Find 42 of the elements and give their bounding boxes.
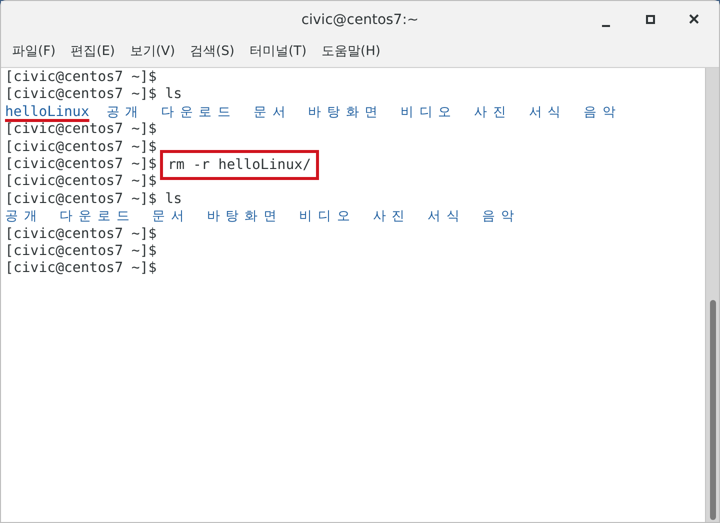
directory-name: 비디오 [400,104,458,122]
directory-name: 서식 [427,208,466,226]
prompt-text: [civic@centos7 ~]$ [5,260,157,278]
menu-item[interactable]: 편집(E) [68,42,117,62]
menu-item[interactable]: 터미널(T) [247,42,309,62]
directory-name: 다운로드 [161,104,236,122]
directory-name: 문서 [253,104,292,122]
maximize-icon [646,14,654,24]
prompt-text: [civic@centos7 ~]$ [5,138,157,156]
command-text: ls [165,190,182,208]
menu-item[interactable]: 보기(V) [128,42,178,62]
directory-name: helloLinux [5,104,90,122]
directory-name: 바탕화면 [206,208,282,226]
directory-name: 사진 [372,208,410,226]
command-text: ls [165,86,182,104]
window-title: civic@centos7:~ [301,10,419,30]
menu-item[interactable]: 파일(F) [10,42,58,62]
scrollbar-thumb[interactable] [710,300,716,520]
prompt-text: [civic@centos7 ~]$ [5,226,157,243]
directory-name: 음악 [482,208,520,226]
close-icon [689,14,699,24]
directory-name: 문서 [152,208,190,226]
menu-item[interactable]: 검색(S) [188,42,236,62]
menu-item[interactable]: 도움말(H) [320,42,382,62]
prompt-text: [civic@centos7 ~]$ [5,173,157,191]
minimize-icon [602,25,610,27]
prompt-text: [civic@centos7 ~]$ [5,156,157,174]
prompt-text: [civic@centos7 ~]$ [5,69,157,86]
prompt-text: [civic@centos7 ~]$ [5,190,157,208]
directory-name: 공개 [106,104,144,122]
prompt-text: [civic@centos7 ~]$ [5,86,157,104]
directory-name: 비디오 [299,208,356,226]
prompt-text: [civic@centos7 ~]$ [5,121,157,139]
directory-name: 다운로드 [60,208,136,226]
directory-name: 서식 [528,104,566,122]
directory-name: 공개 [5,208,43,226]
directory-name: 음악 [583,104,622,122]
terminal-area[interactable] [1,67,719,522]
directory-name: 바탕화면 [308,104,384,122]
directory-name: 사진 [474,104,512,122]
prompt-text: [civic@centos7 ~]$ [5,242,157,260]
command-text: rm -r helloLinux/ [160,150,320,180]
